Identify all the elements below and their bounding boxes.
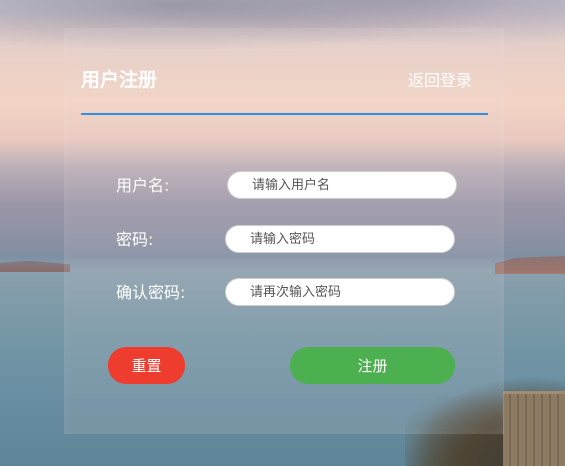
background-headland-right xyxy=(495,256,565,274)
confirm-password-row: 确认密码: xyxy=(116,278,458,308)
username-row: 用户名: xyxy=(116,171,458,201)
page-title: 用户注册 xyxy=(81,69,158,91)
password-row: 密码: xyxy=(116,225,458,255)
username-label: 用户名: xyxy=(116,176,170,195)
register-panel: 用户注册 返回登录 用户名: 密码: 确认密码: 重置 注册 xyxy=(64,28,504,434)
background-stone-wall xyxy=(503,391,565,466)
password-label: 密码: xyxy=(116,230,154,249)
back-to-login-link[interactable]: 返回登录 xyxy=(408,70,472,92)
register-button[interactable]: 注册 xyxy=(290,347,455,384)
password-input[interactable] xyxy=(225,225,455,253)
confirm-password-label: 确认密码: xyxy=(116,283,186,302)
panel-header: 用户注册 返回登录 xyxy=(81,68,488,115)
username-input[interactable] xyxy=(227,171,457,199)
confirm-password-input[interactable] xyxy=(225,278,455,306)
background-headland-left xyxy=(0,260,70,272)
reset-button[interactable]: 重置 xyxy=(108,347,185,384)
